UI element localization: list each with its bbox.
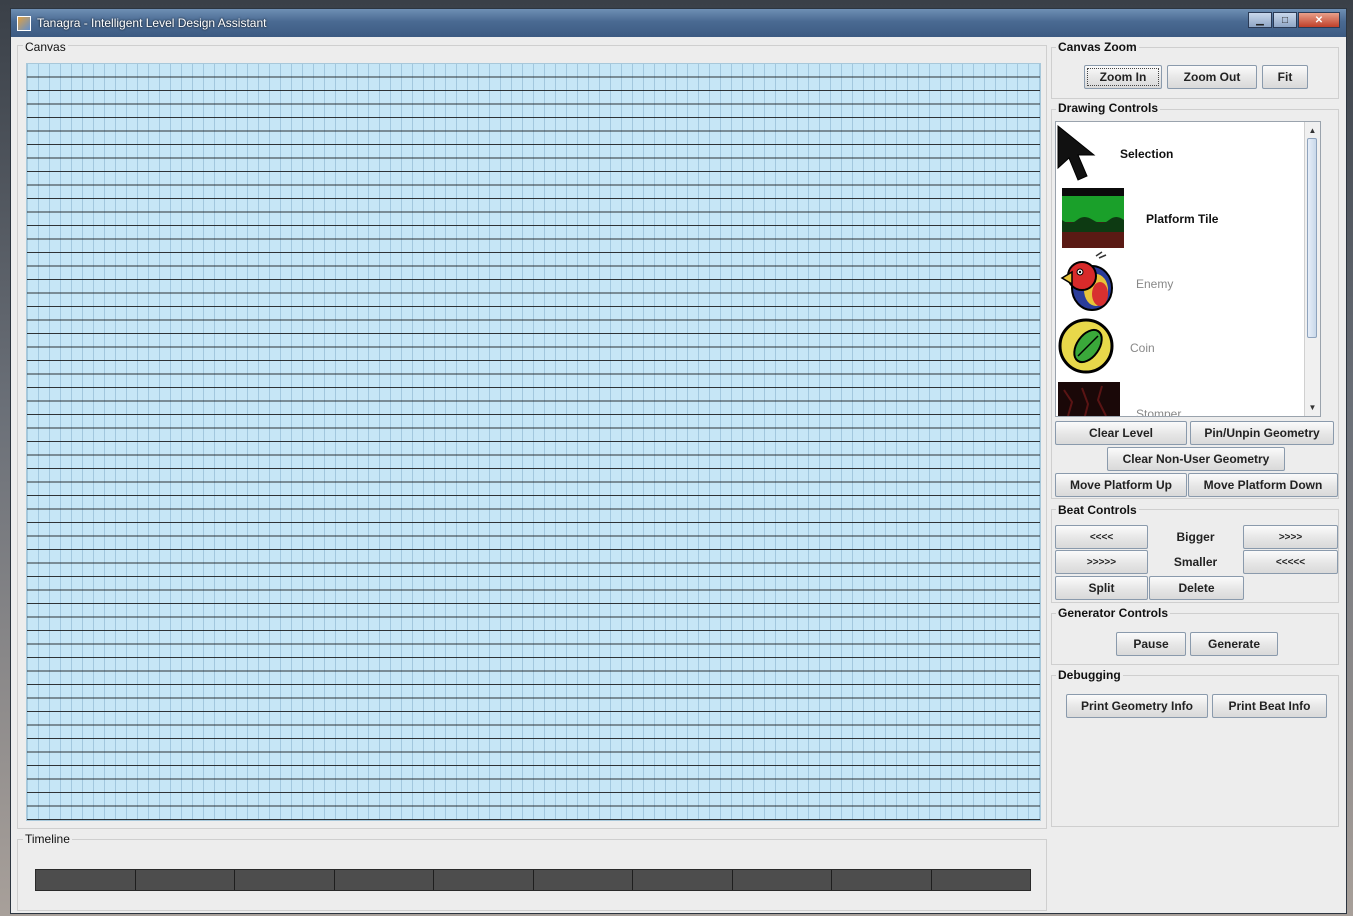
- generate-button[interactable]: Generate: [1190, 632, 1278, 656]
- window-title: Tanagra - Intelligent Level Design Assis…: [37, 16, 267, 30]
- leaf-coin-icon: [1058, 318, 1114, 374]
- timeline-bar[interactable]: [35, 869, 1031, 891]
- tool-label-stomper: Stomper: [1136, 407, 1182, 417]
- clear-level-button[interactable]: Clear Level: [1055, 421, 1187, 445]
- tool-item-platform-tile[interactable]: Platform Tile: [1056, 186, 1306, 250]
- debugging-label: Debugging: [1056, 668, 1123, 682]
- zoom-in-button[interactable]: Zoom In: [1084, 65, 1162, 89]
- timeline-label: Timeline: [23, 832, 72, 846]
- tool-item-selection[interactable]: Selection: [1056, 122, 1306, 186]
- move-platform-down-button[interactable]: Move Platform Down: [1188, 473, 1338, 497]
- window-controls: ▁ □ ✕: [1247, 12, 1340, 28]
- tool-label-coin: Coin: [1130, 341, 1155, 355]
- platform-tile-icon: [1062, 188, 1124, 248]
- tool-list-scrollbar[interactable]: ▲ ▼: [1304, 122, 1320, 416]
- print-beat-info-button[interactable]: Print Beat Info: [1212, 694, 1327, 718]
- timeline-segment[interactable]: [633, 870, 733, 890]
- title-bar[interactable]: Tanagra - Intelligent Level Design Assis…: [11, 9, 1346, 37]
- canvas-zoom-label: Canvas Zoom: [1056, 40, 1139, 54]
- timeline-segment[interactable]: [235, 870, 335, 890]
- smaller-right-button[interactable]: <<<<<: [1243, 550, 1338, 574]
- pause-button[interactable]: Pause: [1116, 632, 1186, 656]
- arrow-cursor-icon: [1057, 124, 1096, 181]
- pin-unpin-geometry-button[interactable]: Pin/Unpin Geometry: [1190, 421, 1334, 445]
- zoom-out-button[interactable]: Zoom Out: [1167, 65, 1257, 89]
- scroll-down-icon[interactable]: ▼: [1306, 401, 1319, 414]
- app-icon: [17, 15, 31, 31]
- minimize-button[interactable]: ▁: [1248, 12, 1272, 28]
- level-canvas-grid[interactable]: [26, 63, 1041, 821]
- beat-controls-label: Beat Controls: [1056, 503, 1139, 517]
- split-button[interactable]: Split: [1055, 576, 1148, 600]
- generator-controls-label: Generator Controls: [1056, 606, 1171, 620]
- scroll-thumb[interactable]: [1307, 138, 1317, 338]
- timeline-segment[interactable]: [36, 870, 136, 890]
- tool-label-selection: Selection: [1120, 147, 1174, 161]
- tool-item-enemy[interactable]: Enemy: [1056, 250, 1306, 314]
- clear-non-user-geometry-button[interactable]: Clear Non-User Geometry: [1107, 447, 1285, 471]
- bird-enemy-icon: [1060, 251, 1113, 311]
- canvas-label: Canvas: [23, 40, 68, 54]
- close-button[interactable]: ✕: [1298, 12, 1340, 28]
- fit-button[interactable]: Fit: [1262, 65, 1308, 89]
- timeline-segment[interactable]: [932, 870, 1031, 890]
- tool-item-coin[interactable]: Coin: [1056, 314, 1306, 378]
- print-geometry-info-button[interactable]: Print Geometry Info: [1066, 694, 1208, 718]
- timeline-segment[interactable]: [534, 870, 633, 890]
- tool-item-stomper[interactable]: Stomper: [1056, 378, 1306, 417]
- bigger-label: Bigger: [1176, 530, 1215, 544]
- drawing-controls-label: Drawing Controls: [1056, 101, 1161, 115]
- smaller-label: Smaller: [1173, 555, 1218, 569]
- timeline-segment[interactable]: [335, 870, 434, 890]
- stomper-icon: [1058, 382, 1120, 416]
- timeline-segment[interactable]: [832, 870, 932, 890]
- move-platform-up-button[interactable]: Move Platform Up: [1055, 473, 1187, 497]
- delete-button[interactable]: Delete: [1149, 576, 1244, 600]
- maximize-button[interactable]: □: [1273, 12, 1297, 28]
- scroll-up-icon[interactable]: ▲: [1306, 124, 1319, 137]
- tool-label-platform-tile: Platform Tile: [1146, 212, 1219, 226]
- app-window: Tanagra - Intelligent Level Design Assis…: [10, 8, 1347, 914]
- bigger-left-button[interactable]: <<<<: [1055, 525, 1148, 549]
- bigger-right-button[interactable]: >>>>: [1243, 525, 1338, 549]
- timeline-segment[interactable]: [434, 870, 534, 890]
- timeline-segment[interactable]: [136, 870, 235, 890]
- smaller-left-button[interactable]: >>>>>: [1055, 550, 1148, 574]
- tool-list[interactable]: Selection Platform Tile Enemy Coin Stomp…: [1055, 121, 1321, 417]
- tool-label-enemy: Enemy: [1136, 277, 1174, 291]
- timeline-segment[interactable]: [733, 870, 832, 890]
